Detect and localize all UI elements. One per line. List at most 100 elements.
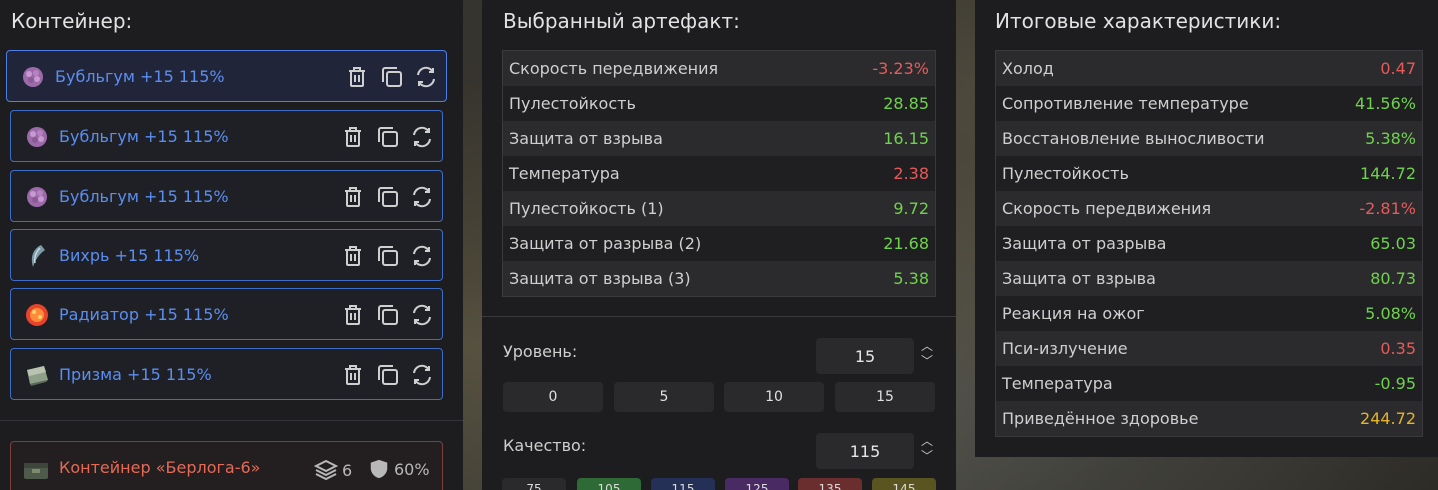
- artifact-item[interactable]: Бубльгум +15 115%: [10, 170, 443, 222]
- duplicate-button[interactable]: [376, 303, 398, 327]
- replace-button[interactable]: [410, 363, 432, 387]
- quality-preset-button[interactable]: 115: [651, 478, 715, 490]
- level-preset-button[interactable]: 0: [503, 382, 603, 412]
- level-preset-button[interactable]: 5: [614, 382, 714, 412]
- chevron-up-icon[interactable]: ︿: [920, 434, 934, 449]
- stat-row: Пулестойкость (1) 9.72: [503, 191, 935, 226]
- copy-icon[interactable]: [376, 185, 400, 209]
- container-protection-value: 60%: [394, 459, 430, 479]
- prism-artifact-icon: [24, 362, 50, 388]
- artifact-item-label: Призма +15 115%: [59, 365, 212, 384]
- delete-button[interactable]: [342, 363, 364, 387]
- trash-icon[interactable]: [342, 303, 364, 327]
- replace-button[interactable]: [410, 185, 432, 209]
- replace-button[interactable]: [414, 65, 436, 89]
- stat-label: Скорость передвижения: [1002, 199, 1212, 218]
- stat-label: Температура: [509, 164, 620, 183]
- chevron-down-icon[interactable]: ﹀: [920, 449, 934, 464]
- stat-label: Пси-излучение: [1002, 339, 1128, 358]
- artifact-item[interactable]: Бубльгум +15 115%: [10, 110, 443, 162]
- quality-preset-button[interactable]: 75: [502, 478, 566, 490]
- stat-row: Приведённое здоровье 244.72: [996, 401, 1422, 436]
- quality-label: Качество:: [503, 436, 587, 455]
- stat-label: Защита от разрыва: [1002, 234, 1167, 253]
- stat-row: Скорость передвижения -3.23%: [503, 51, 935, 86]
- delete-button[interactable]: [342, 303, 364, 327]
- stat-label: Скорость передвижения: [509, 59, 719, 78]
- quality-preset-button[interactable]: 105: [577, 478, 641, 490]
- container-card[interactable]: Контейнер «Берлога-6» 6 60%: [10, 441, 443, 490]
- bubblegum-artifact-icon: [20, 64, 46, 90]
- layers-icon: [314, 459, 338, 481]
- delete-button[interactable]: [342, 185, 364, 209]
- container-name: Контейнер «Берлога-6»: [59, 458, 261, 477]
- artifact-item-actions: [342, 303, 432, 327]
- chevron-up-icon[interactable]: ︿: [920, 339, 934, 354]
- level-preset-button[interactable]: 15: [835, 382, 935, 412]
- replace-button[interactable]: [410, 244, 432, 268]
- artifact-item-label: Бубльгум +15 115%: [59, 127, 229, 146]
- artifact-item-label: Радиатор +15 115%: [59, 305, 229, 324]
- trash-icon[interactable]: [342, 363, 364, 387]
- copy-icon[interactable]: [376, 363, 400, 387]
- stat-row: Защита от взрыва 80.73: [996, 261, 1422, 296]
- stat-label: Сопротивление температуре: [1002, 94, 1249, 113]
- stat-row: Сопротивление температуре 41.56%: [996, 86, 1422, 121]
- copy-icon[interactable]: [376, 244, 400, 268]
- stat-value: 5.38%: [1365, 129, 1416, 148]
- stat-row: Пулестойкость 28.85: [503, 86, 935, 121]
- level-spinner[interactable]: ︿ ﹀: [920, 339, 934, 371]
- container-slots: 6: [314, 458, 352, 482]
- stat-label: Защита от взрыва (3): [509, 269, 691, 288]
- stat-row: Защита от взрыва (3) 5.38: [503, 261, 935, 296]
- selected-artifact-panel: Выбранный артефакт: Скорость передвижени…: [482, 0, 956, 490]
- artifact-item[interactable]: Бубльгум +15 115%: [6, 50, 447, 102]
- refresh-icon[interactable]: [410, 185, 434, 209]
- refresh-icon[interactable]: [410, 363, 434, 387]
- quality-input[interactable]: 115: [816, 433, 914, 469]
- stat-row: Температура -0.95: [996, 366, 1422, 401]
- refresh-icon[interactable]: [414, 65, 438, 89]
- trash-icon[interactable]: [342, 244, 364, 268]
- artifact-item-actions: [342, 244, 432, 268]
- level-preset-button[interactable]: 10: [724, 382, 824, 412]
- stat-row: Защита от разрыва (2) 21.68: [503, 226, 935, 261]
- chevron-down-icon[interactable]: ﹀: [920, 354, 934, 369]
- duplicate-button[interactable]: [376, 363, 398, 387]
- artifact-item[interactable]: Вихрь +15 115%: [10, 229, 443, 281]
- artifact-item-label: Бубльгум +15 115%: [55, 67, 225, 86]
- artifact-item-actions: [342, 363, 432, 387]
- quality-spinner[interactable]: ︿ ﹀: [920, 434, 934, 466]
- copy-icon[interactable]: [376, 125, 400, 149]
- delete-button[interactable]: [346, 65, 368, 89]
- trash-icon[interactable]: [342, 125, 364, 149]
- refresh-icon[interactable]: [410, 125, 434, 149]
- replace-button[interactable]: [410, 303, 432, 327]
- trash-icon[interactable]: [346, 65, 368, 89]
- container-icon: [24, 463, 48, 479]
- stat-value: 0.47: [1380, 59, 1416, 78]
- duplicate-button[interactable]: [376, 125, 398, 149]
- delete-button[interactable]: [342, 244, 364, 268]
- refresh-icon[interactable]: [410, 244, 434, 268]
- artifact-item[interactable]: Призма +15 115%: [10, 348, 443, 400]
- replace-button[interactable]: [410, 125, 432, 149]
- stat-row: Пулестойкость 144.72: [996, 156, 1422, 191]
- duplicate-button[interactable]: [380, 65, 402, 89]
- stat-value: 2.38: [893, 164, 929, 183]
- copy-icon[interactable]: [380, 65, 404, 89]
- copy-icon[interactable]: [376, 303, 400, 327]
- quality-preset-button[interactable]: 145: [872, 478, 936, 490]
- trash-icon[interactable]: [342, 185, 364, 209]
- level-input[interactable]: 15: [816, 338, 914, 374]
- artifact-item[interactable]: Радиатор +15 115%: [10, 288, 443, 340]
- duplicate-button[interactable]: [376, 185, 398, 209]
- stat-value: 9.72: [893, 199, 929, 218]
- stat-value: 5.38: [893, 269, 929, 288]
- quality-preset-button[interactable]: 135: [798, 478, 862, 490]
- artifact-item-actions: [342, 125, 432, 149]
- delete-button[interactable]: [342, 125, 364, 149]
- refresh-icon[interactable]: [410, 303, 434, 327]
- duplicate-button[interactable]: [376, 244, 398, 268]
- quality-preset-button[interactable]: 125: [725, 478, 789, 490]
